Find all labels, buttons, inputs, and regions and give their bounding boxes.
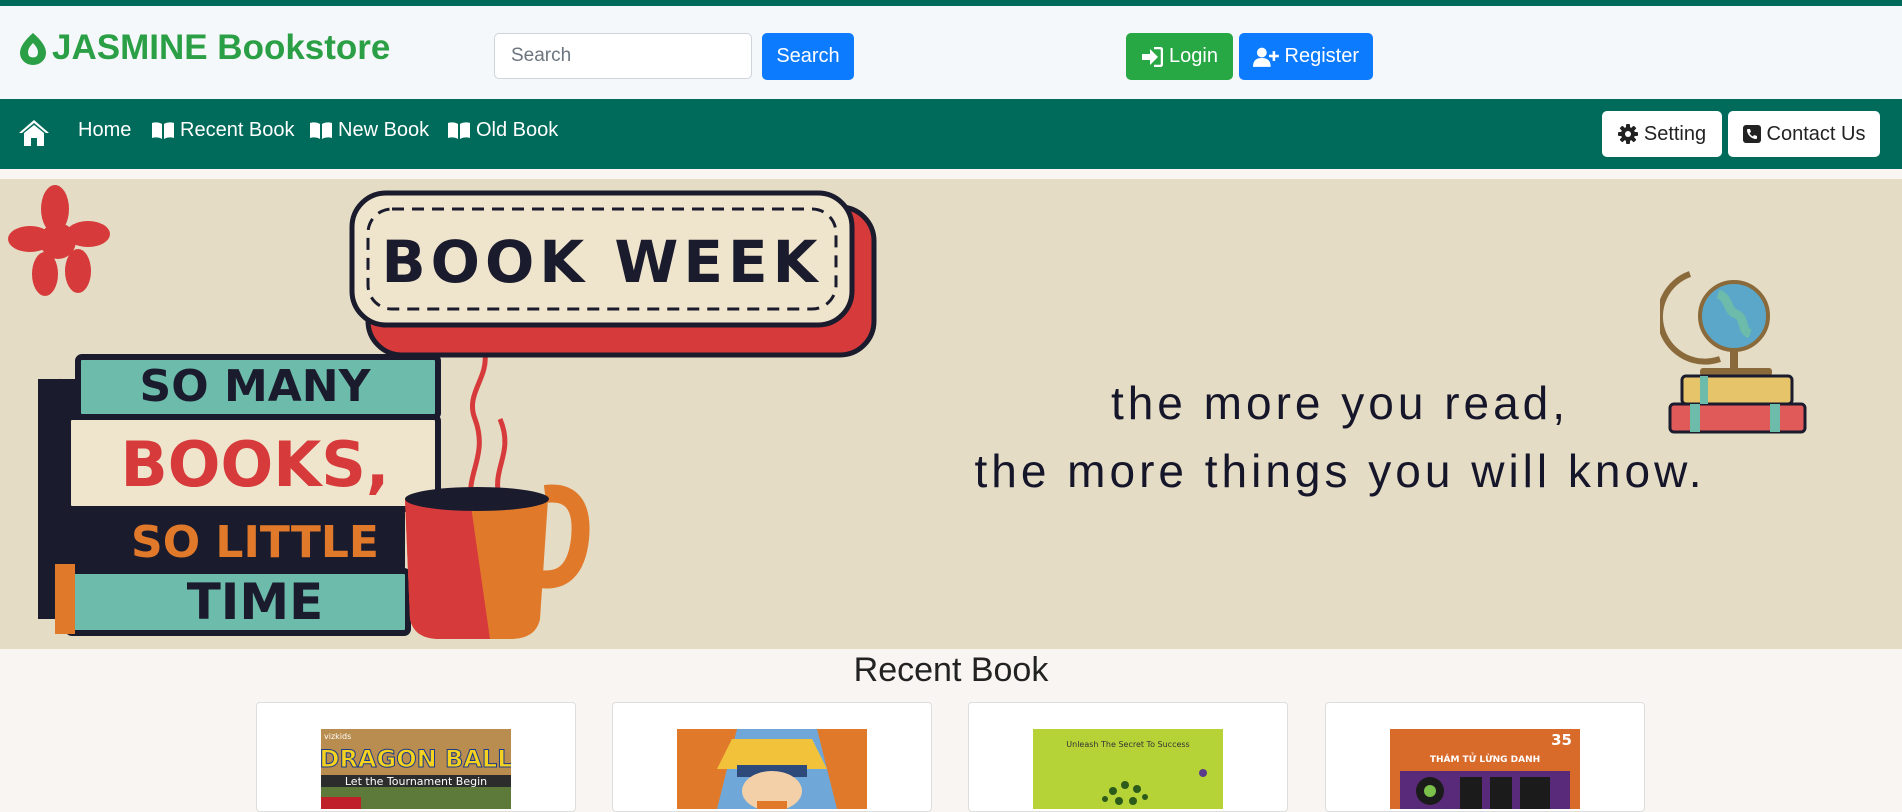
book-stack-illustration: SO MANY BOOKS, SO LITTLE TIME BOOK WEEK	[8, 185, 877, 639]
book-card[interactable]: 35 THÁM TỬ LỪNG DANH	[1325, 702, 1645, 812]
conan-cover: 35 THÁM TỬ LỪNG DANH	[1390, 729, 1580, 809]
nav-home-icon-link[interactable]	[18, 119, 50, 147]
register-label: Register	[1284, 45, 1359, 67]
banner-stack-line-1: SO MANY	[140, 361, 372, 412]
banner-stack-line-4: TIME	[187, 573, 324, 631]
book-cover-image[interactable]: Unleash The Secret To Success	[1033, 729, 1223, 809]
nav-item-label: Old Book	[476, 119, 559, 141]
book-card[interactable]: Unleash The Secret To Success	[968, 702, 1288, 812]
cover-title-text: DRAGON BALL	[321, 745, 511, 773]
cover-number-text: 35	[1551, 731, 1572, 749]
naruto-cover	[677, 729, 867, 809]
contact-us-button[interactable]: Contact Us	[1728, 111, 1880, 157]
dragon-ball-cover: vizkids DRAGON BALL Let the Tournament B…	[321, 729, 511, 809]
book-cover-image[interactable]	[677, 729, 867, 809]
register-button[interactable]: Register	[1239, 33, 1373, 80]
sign-in-icon	[1142, 46, 1164, 67]
search-button-label: Search	[776, 45, 840, 67]
brand-name: JASMINE Bookstore	[52, 28, 391, 67]
setting-label: Setting	[1643, 122, 1707, 145]
nav-item-old-book[interactable]: Old Book	[447, 119, 558, 142]
user-plus-icon	[1253, 47, 1279, 67]
book-open-icon	[310, 122, 332, 139]
gear-icon	[1617, 124, 1638, 144]
book-card[interactable]	[612, 702, 932, 812]
search-button[interactable]: Search	[762, 33, 854, 80]
setting-button[interactable]: Setting	[1602, 111, 1722, 157]
book-cover-image[interactable]: vizkids DRAGON BALL Let the Tournament B…	[321, 729, 511, 809]
search-input[interactable]	[494, 33, 752, 79]
leaf-icon	[20, 33, 46, 65]
book-open-icon	[152, 122, 174, 139]
recent-book-title: Recent Book	[853, 651, 1049, 689]
nav-item-home[interactable]: Home	[78, 119, 131, 142]
home-icon	[19, 120, 49, 146]
nav-item-label: Recent Book	[180, 119, 295, 141]
nav-item-label: Home	[78, 119, 132, 141]
banner-stack-line-3: SO LITTLE	[131, 517, 379, 568]
main-navbar: Home Recent Book New Book Old Book Setti…	[0, 99, 1902, 169]
login-label: Login	[1169, 45, 1218, 67]
banner-stack-line-2: BOOKS,	[121, 428, 390, 501]
banner-slogan-line-1: the more you read,	[1110, 377, 1570, 429]
phone-square-icon	[1742, 125, 1761, 143]
cover-subtitle-text: Let the Tournament Begin	[345, 775, 487, 788]
header: JASMINE Bookstore Search Login Register	[0, 6, 1902, 99]
hero-banner: SO MANY BOOKS, SO LITTLE TIME BOOK WEEK …	[0, 179, 1902, 649]
banner-slogan: the more you read, the more things you w…	[950, 369, 1730, 505]
banner-badge-text: BOOK WEEK	[381, 228, 822, 296]
brand-logo[interactable]: JASMINE Bookstore	[18, 28, 390, 68]
contact-us-label: Contact Us	[1766, 122, 1866, 145]
book-open-icon	[448, 122, 470, 139]
book-cover-image[interactable]: 35 THÁM TỬ LỪNG DANH	[1390, 729, 1580, 809]
login-button[interactable]: Login	[1126, 33, 1233, 80]
book-card[interactable]: vizkids DRAGON BALL Let the Tournament B…	[256, 702, 576, 812]
globe-books-illustration	[1660, 271, 1807, 434]
cover-brand-text: vizkids	[324, 732, 351, 741]
nav-item-label: New Book	[338, 119, 430, 141]
nav-item-recent-book[interactable]: Recent Book	[151, 119, 295, 142]
banner-slogan-line-2: the more things you will know.	[974, 445, 1706, 497]
success-cover: Unleash The Secret To Success	[1033, 729, 1223, 809]
nav-item-new-book[interactable]: New Book	[309, 119, 429, 142]
cover-title-text: Unleash The Secret To Success	[1066, 740, 1189, 749]
